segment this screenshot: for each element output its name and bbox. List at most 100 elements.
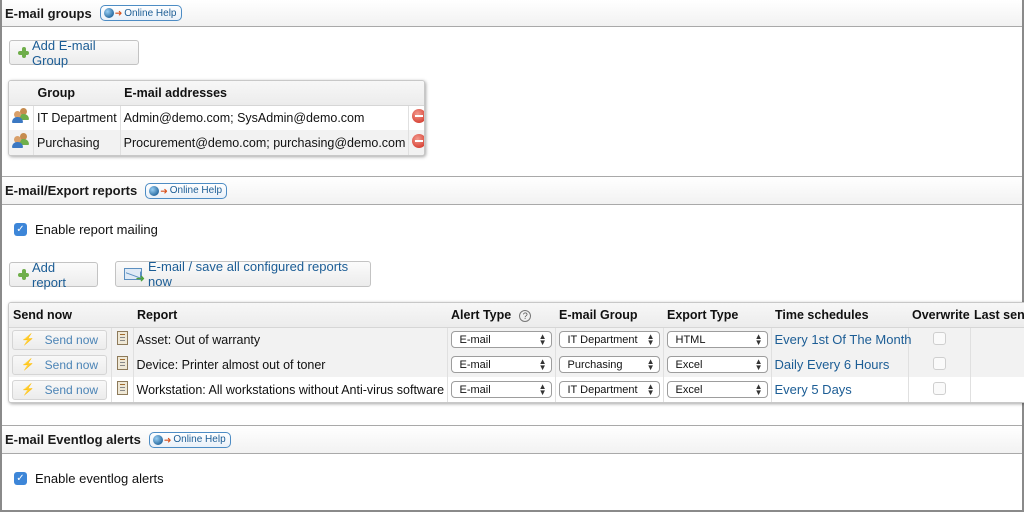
send-now-cell: ⚡ Send now — [9, 377, 112, 402]
email-group-select[interactable]: Purchasing ▲ ▼ — [558, 356, 660, 373]
report-document-icon[interactable] — [116, 381, 128, 395]
arrow-right-icon: ➜ — [163, 434, 172, 445]
send-now-button[interactable]: ⚡ Send now — [12, 379, 107, 400]
add-email-group-label: Add E-mail Group — [32, 37, 96, 68]
eventlog-header: E-mail Eventlog alerts ➜ Online Help — [2, 425, 1022, 454]
help-label: Online Help — [169, 185, 223, 196]
export-type-select[interactable]: HTML ▲ ▼ — [666, 331, 768, 349]
select-arrows-icon: ▲ ▼ — [754, 331, 763, 347]
report-name: Workstation: All workstations without An… — [133, 377, 448, 402]
users-icon — [12, 133, 30, 149]
arrow-right-icon: ➜ — [160, 185, 168, 196]
add-email-group-button[interactable]: Add E-mail Group — [9, 37, 139, 68]
select-arrows-icon: ▲ ▼ — [646, 356, 655, 372]
enable-eventlog-alerts-label: Enable eventlog alerts — [35, 471, 164, 486]
email-group-select[interactable]: IT Department ▲ ▼ — [558, 381, 660, 398]
alert-type-cell: E-mail ▲ ▼ — [447, 377, 556, 402]
enable-eventlog-alerts[interactable]: ✓ Enable eventlog alerts — [14, 471, 164, 486]
last-sent-cell — [970, 327, 1024, 352]
select-arrows-icon: ▲ ▼ — [538, 381, 547, 397]
select-arrows-icon: ▲ ▼ — [646, 331, 655, 347]
select-arrows-icon: ▲ ▼ — [646, 381, 655, 397]
table-row[interactable]: IT Department Admin@demo.com; SysAdmin@d… — [9, 105, 424, 130]
email-group-column-header: E-mail Group — [555, 303, 663, 328]
overwrite-checkbox[interactable] — [932, 381, 946, 395]
delete-cell — [409, 105, 424, 130]
select-arrows-icon: ▲ ▼ — [538, 331, 547, 347]
group-addresses: Procurement@demo.com; purchasing@demo.co… — [120, 130, 410, 155]
alert-type-value: E-mail — [459, 333, 491, 346]
export-type-select[interactable]: Excel ▲ ▼ — [666, 381, 768, 398]
enable-eventlog-alerts-checkbox[interactable]: ✓ — [14, 472, 27, 485]
send-now-button[interactable]: ⚡ Send now — [12, 354, 107, 375]
report-name: Asset: Out of warranty — [133, 327, 448, 352]
overwrite-checkbox[interactable] — [932, 331, 946, 345]
export-type-select[interactable]: Excel ▲ ▼ — [666, 356, 768, 373]
delete-icon[interactable] — [412, 109, 424, 124]
alert-type-cell: E-mail ▲ ▼ — [447, 352, 556, 377]
send-all-reports-label: E-mail / save all configured reports now — [148, 259, 349, 289]
reports-header: E-mail/Export reports ➜ Online Help — [2, 176, 1022, 205]
globe-icon — [149, 185, 160, 196]
export-type-value: Excel — [675, 383, 703, 396]
table-row: ⚡ Send now Asset: Out of warranty E-mail ▲… — [9, 327, 1024, 352]
overwrite-cell — [908, 352, 971, 377]
export-type-cell: Excel ▲ ▼ — [663, 352, 772, 377]
email-groups-help-button[interactable]: ➜ Online Help — [99, 5, 182, 21]
alert-type-value: E-mail — [459, 383, 491, 396]
delete-cell — [408, 130, 424, 155]
schedule-link[interactable]: Daily Every 6 Hours — [775, 357, 890, 372]
alert-type-select[interactable]: E-mail ▲ ▼ — [450, 381, 552, 398]
export-type-value: HTML — [675, 333, 706, 346]
enable-report-mailing-checkbox[interactable]: ✓ — [14, 223, 27, 236]
group-icon-cell — [9, 130, 34, 155]
email-groups-table: Group E-mail addresses IT Department Adm… — [8, 80, 425, 156]
enable-report-mailing[interactable]: ✓ Enable report mailing — [14, 222, 158, 237]
globe-icon — [103, 8, 114, 18]
report-icon-column-header — [111, 303, 133, 328]
lightning-icon: ⚡ — [20, 384, 35, 396]
report-name: Device: Printer almost out of toner — [133, 352, 448, 377]
group-column-header: Group — [33, 81, 121, 106]
send-now-button[interactable]: ⚡ Send now — [12, 329, 107, 350]
overwrite-cell — [908, 327, 971, 352]
schedule-cell: Daily Every 6 Hours — [771, 352, 909, 377]
add-report-label: Add report — [32, 259, 66, 290]
alert-type-select[interactable]: E-mail ▲ ▼ — [450, 331, 552, 349]
reports-help-button[interactable]: ➜ Online Help — [145, 182, 228, 199]
report-document-icon[interactable] — [116, 356, 128, 370]
overwrite-checkbox[interactable] — [932, 356, 946, 370]
email-group-select[interactable]: IT Department ▲ ▼ — [558, 331, 660, 349]
send-now-label: Send now — [44, 382, 99, 397]
schedule-cell: Every 5 Days — [771, 377, 909, 402]
reports-title: E-mail/Export reports — [5, 183, 138, 198]
send-now-cell: ⚡ Send now — [9, 327, 112, 352]
send-now-label: Send now — [44, 357, 99, 372]
alert-type-cell: E-mail ▲ ▼ — [447, 327, 556, 352]
eventlog-title: E-mail Eventlog alerts — [5, 432, 141, 447]
select-arrows-icon: ▲ ▼ — [538, 356, 547, 372]
send-all-reports-button[interactable]: ➜ E-mail / save all configured reports n… — [115, 259, 371, 289]
report-document-icon[interactable] — [116, 331, 128, 346]
table-row[interactable]: Purchasing Procurement@demo.com; purchas… — [9, 130, 424, 155]
add-report-button[interactable]: Add report — [9, 259, 98, 290]
group-icon-cell — [9, 105, 34, 130]
email-group-value: Purchasing — [567, 358, 623, 371]
delete-icon[interactable] — [412, 134, 424, 148]
report-icon-cell — [111, 327, 134, 352]
email-group-value: IT Department — [567, 333, 638, 346]
overwrite-cell — [908, 377, 971, 402]
lightning-icon: ⚡ — [20, 334, 35, 347]
schedule-link[interactable]: Every 1st Of The Month — [775, 332, 912, 347]
report-column-header: Report — [133, 303, 447, 328]
plus-icon — [18, 269, 29, 280]
time-schedules-column-header: Time schedules — [771, 303, 908, 328]
last-sent-column-header: Last sent — [970, 303, 1024, 328]
schedule-link[interactable]: Every 5 Days — [775, 382, 852, 397]
select-arrows-icon: ▲ ▼ — [754, 381, 763, 397]
help-question-icon[interactable]: ? — [519, 309, 532, 322]
eventlog-help-button[interactable]: ➜ Online Help — [148, 431, 231, 448]
alert-type-select[interactable]: E-mail ▲ ▼ — [450, 356, 552, 373]
send-now-column-header: Send now — [9, 303, 111, 328]
email-group-value: IT Department — [567, 383, 638, 396]
